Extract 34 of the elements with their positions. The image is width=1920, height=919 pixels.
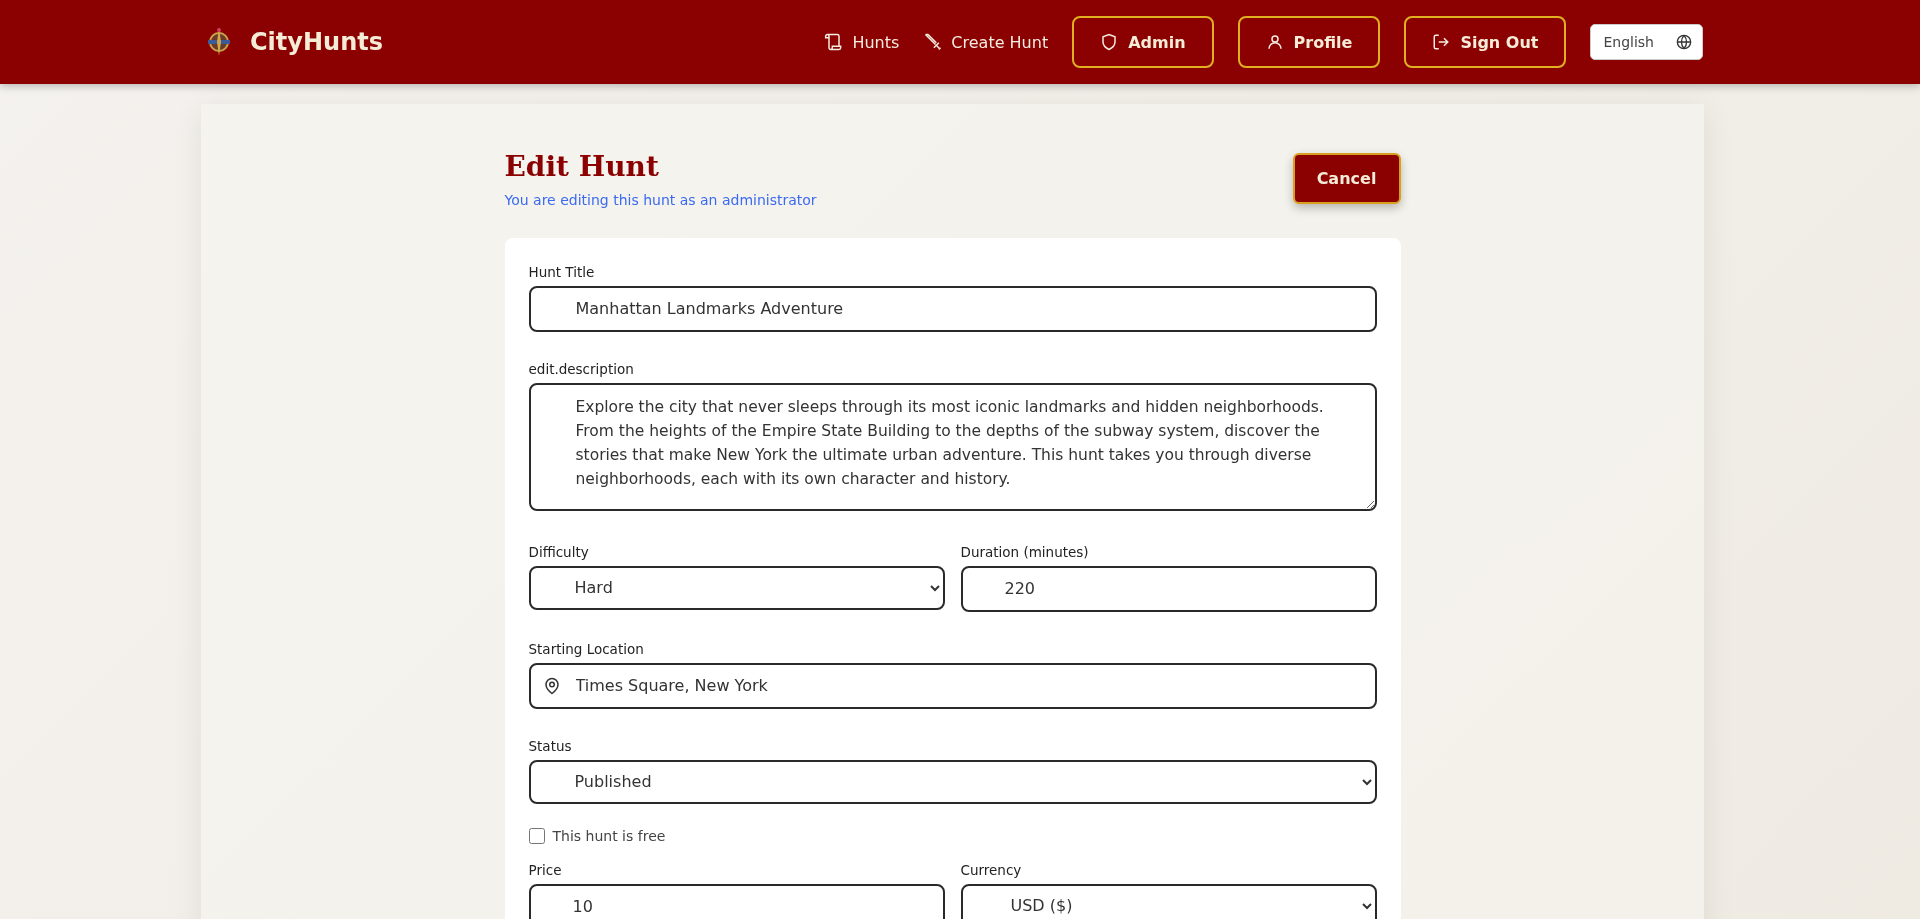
- brand-name[interactable]: CityHunts: [250, 28, 383, 56]
- field-label: Status: [528, 737, 572, 754]
- nav-link[interactable]: Hunts: [824, 32, 900, 52]
- nav-button[interactable]: Sign Out: [1404, 16, 1567, 68]
- nav-link[interactable]: Create Hunt: [923, 32, 1049, 52]
- sword-icon: [923, 32, 944, 52]
- checkbox-label: This hunt is free: [552, 827, 666, 844]
- field-label: Starting Location: [528, 640, 644, 657]
- shield-icon: [1100, 33, 1119, 51]
- page-title: Edit Hunt: [504, 150, 660, 184]
- field-label: Duration (minutes): [960, 543, 1089, 560]
- field-label: Currency: [960, 861, 1022, 878]
- field-label: Price: [528, 861, 562, 878]
- price-field[interactable]: 10: [528, 883, 945, 919]
- difficulty-select[interactable]: Hard: [528, 565, 945, 610]
- map-pin-icon: [542, 676, 561, 695]
- language-select[interactable]: English: [1590, 24, 1703, 60]
- admin-notice: You are editing this hunt as an administrator: [504, 191, 817, 208]
- globe-icon: [1676, 34, 1692, 50]
- field-label: Hunt Title: [528, 263, 595, 280]
- cancel-button[interactable]: Cancel: [1292, 153, 1401, 204]
- title-field[interactable]: Manhattan Landmarks Adventure: [528, 285, 1377, 332]
- free-checkbox[interactable]: [528, 827, 545, 844]
- nav-button[interactable]: Profile: [1237, 16, 1381, 68]
- status-select[interactable]: Published: [528, 759, 1377, 804]
- location-field[interactable]: Times Square, New York: [528, 662, 1377, 709]
- field-label: edit.description: [528, 360, 634, 377]
- description-field[interactable]: Explore the city that never sleeps through its most iconic landmarks and hidden neighborhoods. From the heights of the Empire State Building to the depths of the subway system, discover the stories that make New York the ultimate urban adventure. This hunt takes you through diverse neighborhoods, each with its own character and history.: [528, 382, 1377, 511]
- duration-field[interactable]: 220: [960, 565, 1377, 612]
- currency-select[interactable]: USD ($): [960, 883, 1377, 919]
- nav-button[interactable]: Admin: [1072, 16, 1214, 68]
- field-label: Difficulty: [528, 543, 589, 560]
- user-icon: [1265, 33, 1284, 51]
- logout-icon: [1432, 33, 1451, 51]
